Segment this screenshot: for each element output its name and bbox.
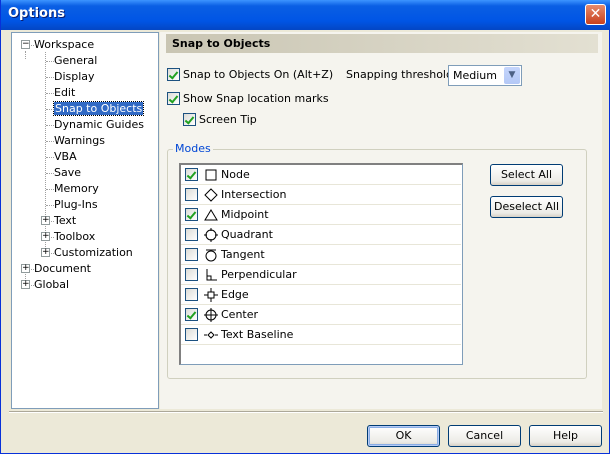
tree-item-label: Display	[54, 70, 95, 83]
mode-checkbox[interactable]	[185, 188, 198, 201]
tree-item-label: Text	[54, 214, 77, 227]
expand-icon[interactable]: +	[41, 216, 50, 225]
edge-icon	[204, 288, 218, 302]
tree-item-label: Plug-Ins	[54, 198, 98, 211]
tree-item[interactable]: VBA	[54, 149, 77, 164]
tree-item[interactable]: Global	[34, 277, 69, 292]
mode-label: Midpoint	[221, 208, 269, 221]
mode-checkbox[interactable]	[185, 208, 198, 221]
diamond-icon	[204, 188, 218, 202]
threshold-select[interactable]: Medium ▼	[448, 65, 522, 86]
tree-item-label: Toolbox	[54, 230, 96, 243]
tree-item-label: Workspace	[34, 38, 95, 51]
cancel-button[interactable]: Cancel	[448, 425, 521, 447]
tree-item-label: Document	[34, 262, 91, 275]
mode-label: Perpendicular	[221, 268, 297, 281]
mode-label: Center	[221, 308, 259, 321]
mode-label: Quadrant	[221, 228, 273, 241]
expand-icon[interactable]: +	[21, 264, 30, 273]
mode-item-node[interactable]: Node	[181, 165, 461, 185]
mode-checkbox[interactable]	[185, 248, 198, 261]
mode-item-quadrant[interactable]: Quadrant	[181, 225, 461, 245]
tree-item-label: VBA	[54, 150, 77, 163]
close-icon: ✕	[589, 6, 602, 22]
help-button[interactable]: Help	[529, 425, 602, 447]
mode-checkbox[interactable]	[185, 328, 198, 341]
select-all-button[interactable]: Select All	[490, 164, 563, 186]
tree-item[interactable]: Snap to Objects	[52, 101, 145, 116]
mode-checkbox[interactable]	[185, 168, 198, 181]
tree-item-label: Global	[34, 278, 70, 291]
tree-item[interactable]: Warnings	[54, 133, 105, 148]
mode-item-center[interactable]: Center	[181, 305, 461, 325]
mode-label: Intersection	[221, 188, 287, 201]
mode-item-edge[interactable]: Edge	[181, 285, 461, 305]
mode-checkbox[interactable]	[185, 268, 198, 281]
tree-item[interactable]: Text	[54, 213, 76, 228]
tree-item[interactable]: Memory	[54, 181, 99, 196]
tree-item[interactable]: Plug-Ins	[54, 197, 98, 212]
tree-item[interactable]: Edit	[54, 85, 75, 100]
threshold-value: Medium	[453, 69, 497, 82]
screen-tip-label: Screen Tip	[199, 113, 257, 126]
tree-item-label: Dynamic Guides	[54, 118, 145, 131]
triangle-icon	[204, 209, 218, 221]
chevron-down-icon[interactable]: ▼	[504, 67, 520, 84]
modes-list: Node Intersection Midpoint Quadrant Tangent P…	[179, 163, 463, 365]
modes-label: Modes	[173, 142, 213, 155]
snap-on-checkbox[interactable]	[167, 68, 180, 81]
mode-label: Node	[221, 168, 250, 181]
show-marks-label: Show Snap location marks	[183, 92, 329, 105]
tree-item[interactable]: Dynamic Guides	[54, 117, 144, 132]
tree-item[interactable]: Toolbox	[54, 229, 95, 244]
close-button[interactable]: ✕	[585, 4, 606, 25]
expand-icon[interactable]: +	[21, 280, 30, 289]
mode-item-text-baseline[interactable]: Text Baseline	[181, 325, 461, 345]
show-marks-checkbox[interactable]	[167, 92, 180, 105]
tree-item-label: Save	[54, 166, 82, 179]
mode-checkbox[interactable]	[185, 228, 198, 241]
tree-item[interactable]: Document	[34, 261, 91, 276]
tree-item-label: General	[54, 54, 98, 67]
mode-label: Tangent	[221, 248, 265, 261]
center-icon	[204, 308, 218, 322]
tree-item-label: Warnings	[54, 134, 105, 147]
title-bar[interactable]: Options ✕	[1, 0, 610, 30]
screen-tip-checkbox[interactable]	[183, 113, 196, 126]
tree-item[interactable]: Save	[54, 165, 81, 180]
baseline-icon	[204, 331, 218, 339]
tree-item-label: Snap to Objects	[52, 101, 145, 116]
divider	[9, 411, 603, 413]
quadrant-icon	[204, 228, 218, 242]
mode-checkbox[interactable]	[185, 308, 198, 321]
panel-title: Snap to Objects	[166, 34, 598, 53]
mode-item-tangent[interactable]: Tangent	[181, 245, 461, 265]
window-title: Options	[8, 6, 65, 21]
tree-item[interactable]: General	[54, 53, 97, 68]
mode-item-intersection[interactable]: Intersection	[181, 185, 461, 205]
mode-checkbox[interactable]	[185, 288, 198, 301]
snap-on-label: Snap to Objects On (Alt+Z)	[183, 68, 334, 81]
expand-icon[interactable]: +	[41, 232, 50, 241]
threshold-label: Snapping threshold	[346, 68, 453, 81]
tree-item-label: Edit	[54, 86, 76, 99]
tree-item[interactable]: Display	[54, 69, 95, 84]
tree-item[interactable]: Workspace	[34, 37, 94, 52]
mode-item-perpendicular[interactable]: Perpendicular	[181, 265, 461, 285]
mode-label: Text Baseline	[221, 328, 294, 341]
tree-item-label: Memory	[54, 182, 99, 195]
options-dialog: Options ✕ Workspace − General Display Edit Sn…	[0, 0, 610, 454]
tangent-icon	[205, 249, 217, 262]
deselect-all-button[interactable]: Deselect All	[490, 196, 563, 218]
collapse-icon[interactable]: −	[21, 40, 30, 49]
tree-item-label: Customization	[54, 246, 133, 259]
mode-item-midpoint[interactable]: Midpoint	[181, 205, 461, 225]
square-icon	[205, 169, 217, 181]
expand-icon[interactable]: +	[41, 248, 50, 257]
mode-label: Edge	[221, 288, 249, 301]
tree-item[interactable]: Customization	[54, 245, 133, 260]
options-tree: Workspace − General Display Edit Snap to Obje…	[11, 32, 159, 409]
ok-button[interactable]: OK	[367, 425, 440, 447]
perpendicular-icon	[206, 269, 217, 281]
